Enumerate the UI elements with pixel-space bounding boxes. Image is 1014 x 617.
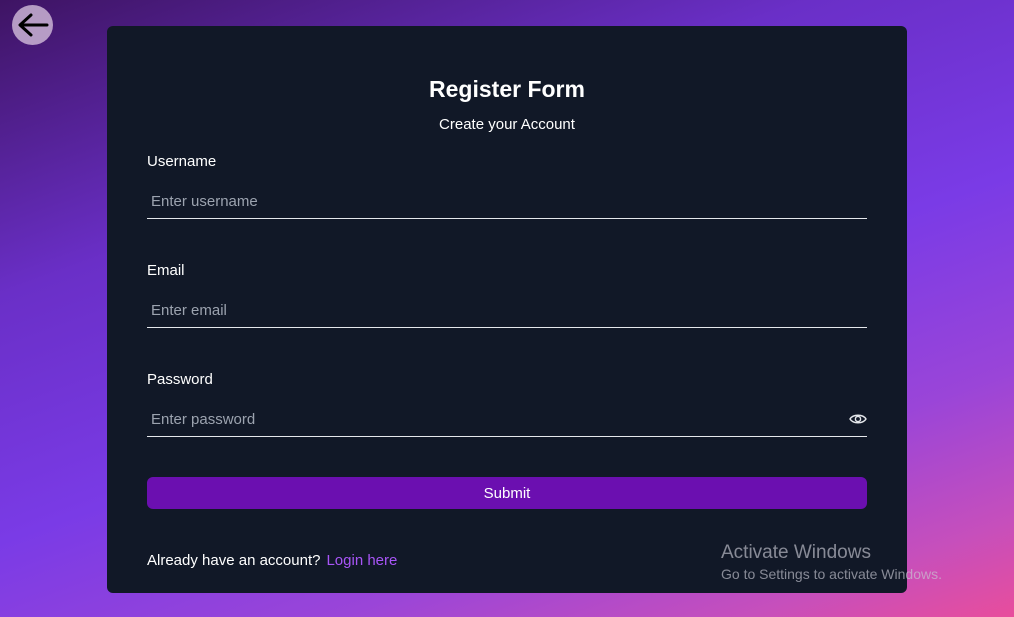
email-input[interactable] [147,293,851,327]
windows-activation-watermark: Activate Windows Go to Settings to activ… [721,541,942,583]
password-label: Password [147,371,213,388]
login-prompt-text: Already have an account? [147,552,321,569]
username-label: Username [147,153,217,170]
watermark-subtitle: Go to Settings to activate Windows. [721,566,942,582]
form-subtitle: Create your Account [439,116,575,133]
email-label: Email [147,262,185,279]
eye-icon[interactable] [849,411,867,427]
watermark-title: Activate Windows [721,542,871,563]
username-field-wrapper [147,184,867,219]
form-title: Register Form [429,76,585,102]
email-field-wrapper [147,293,867,328]
arrow-left-icon [18,13,48,37]
login-link[interactable]: Login here [326,552,397,569]
username-input[interactable] [147,184,851,218]
password-input[interactable] [147,402,851,436]
password-field-wrapper [147,402,867,437]
back-button[interactable] [12,5,53,45]
submit-button[interactable]: Submit [147,477,867,509]
login-prompt: Already have an account? Login here [147,551,397,571]
